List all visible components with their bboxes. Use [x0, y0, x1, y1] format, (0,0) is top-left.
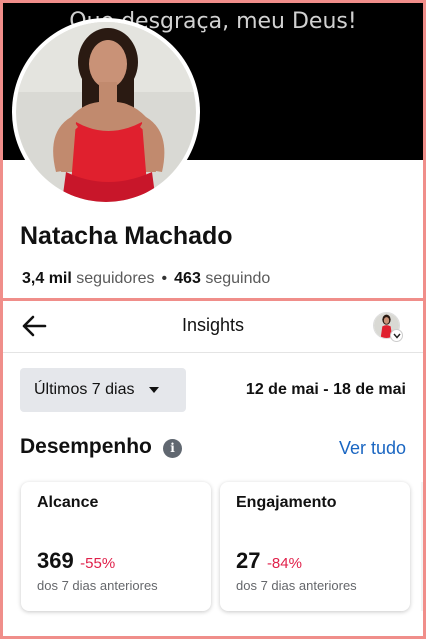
chevron-down-icon	[390, 329, 403, 342]
following-count: 463	[174, 270, 201, 287]
card-value: 369	[37, 548, 74, 573]
engagement-card[interactable]: Engajamento 27 -84% dos 7 dias anteriore…	[220, 482, 410, 611]
followers-link[interactable]: 3,4 mil seguidores	[22, 270, 155, 287]
card-subtext: dos 7 dias anteriores	[236, 578, 357, 593]
profile-stats: 3,4 mil seguidores • 463 seguindo	[22, 270, 270, 288]
see-all-link[interactable]: Ver tudo	[339, 438, 406, 459]
following-link[interactable]: 463 seguindo	[174, 270, 270, 287]
insights-header: Insights	[3, 301, 423, 353]
period-dropdown-label: Últimos 7 dias	[34, 381, 135, 398]
period-dropdown[interactable]: Últimos 7 dias	[20, 368, 186, 412]
period-filter-row: Últimos 7 dias 12 de mai - 18 de mai	[3, 353, 423, 423]
card-label: Engajamento	[236, 494, 337, 511]
profile-name: Natacha Machado	[20, 222, 233, 250]
card-subtext: dos 7 dias anteriores	[37, 578, 158, 593]
card-value-row: 369 -55%	[37, 548, 115, 574]
following-label: seguindo	[205, 270, 271, 287]
card-label: Alcance	[37, 494, 99, 511]
followers-label: seguidores	[76, 270, 155, 287]
info-icon[interactable]: i	[163, 439, 182, 458]
reach-card[interactable]: Alcance 369 -55% dos 7 dias anteriores	[21, 482, 211, 611]
card-value-row: 27 -84%	[236, 548, 302, 574]
profile-avatar[interactable]	[12, 18, 200, 206]
page-title: Insights	[181, 315, 245, 335]
card-change: -84%	[266, 555, 302, 572]
performance-header: Desempenho i Ver tudo	[3, 431, 423, 471]
screenshot-frame: Que desgraça, meu Deus! Natacha Machado …	[3, 3, 423, 636]
section-title: Desempenho	[20, 435, 152, 458]
caret-down-icon	[149, 387, 160, 393]
date-range: 12 de mai - 18 de mai	[245, 381, 406, 398]
account-switcher-button[interactable]	[373, 312, 403, 342]
next-card-peek	[421, 482, 423, 611]
profile-photo	[16, 22, 196, 202]
card-value: 27	[236, 548, 261, 573]
stats-separator: •	[161, 270, 168, 287]
card-change: -55%	[80, 555, 116, 572]
followers-count: 3,4 mil	[22, 270, 72, 287]
